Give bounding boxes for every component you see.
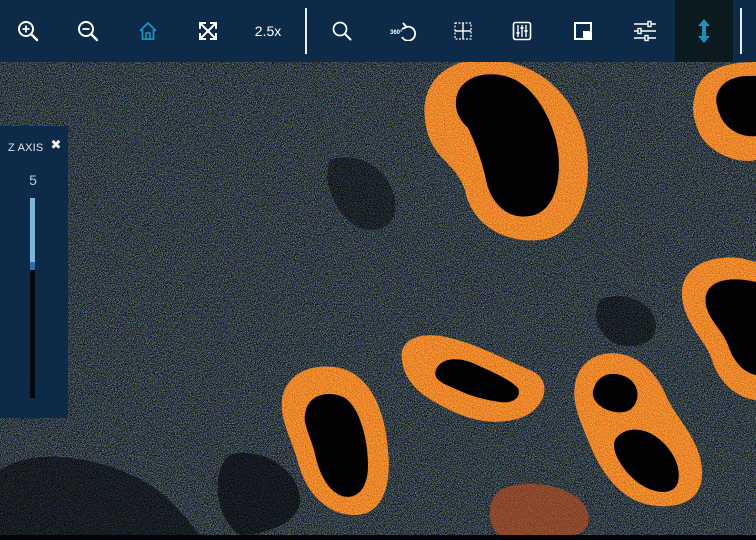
toolbar-divider-right (740, 8, 742, 54)
minimap-icon (574, 22, 592, 40)
z-axis-title: Z AXIS (8, 142, 44, 154)
grid-button[interactable] (436, 0, 490, 62)
zoom-in-icon (18, 21, 39, 42)
z-axis-panel: Z AXIS ✖ 5 (0, 126, 68, 418)
zoom-level-label: 2.5x (254, 23, 282, 39)
magnifier-icon (332, 21, 352, 41)
home-button[interactable] (120, 0, 176, 62)
adjust-channels-button[interactable] (494, 0, 550, 62)
grid-icon (454, 22, 472, 40)
z-axis-button[interactable] (675, 0, 733, 62)
z-axis-slider-fill (30, 198, 35, 262)
vertical-arrows-icon (698, 19, 710, 43)
minimap-button[interactable] (554, 0, 612, 62)
svg-text:360°: 360° (390, 30, 403, 36)
viewer-toolbar: 2.5x 360° (0, 0, 756, 62)
microscopy-image-viewer[interactable] (0, 0, 756, 535)
zoom-level-display[interactable]: 2.5x (240, 0, 296, 62)
z-axis-value: 5 (29, 172, 37, 188)
toolbar-divider (305, 8, 307, 54)
zoom-out-button[interactable] (60, 0, 116, 62)
zoom-in-button[interactable] (0, 0, 56, 62)
tissue-image[interactable] (0, 0, 756, 535)
rotate-360-button[interactable]: 360° (374, 0, 432, 62)
zoom-out-icon (78, 21, 99, 42)
rotate-360-icon: 360° (390, 22, 417, 41)
home-icon (139, 22, 157, 40)
full-screen-button[interactable] (180, 0, 236, 62)
z-axis-slider-thumb[interactable] (30, 262, 35, 270)
close-icon[interactable]: ✖ (49, 139, 63, 153)
settings-button[interactable] (616, 0, 674, 62)
sliders-horizontal-icon (634, 20, 656, 42)
expand-arrows-icon (199, 22, 217, 40)
z-axis-slider[interactable] (30, 198, 35, 398)
sliders-vertical-icon (512, 21, 532, 41)
search-button[interactable] (314, 0, 370, 62)
